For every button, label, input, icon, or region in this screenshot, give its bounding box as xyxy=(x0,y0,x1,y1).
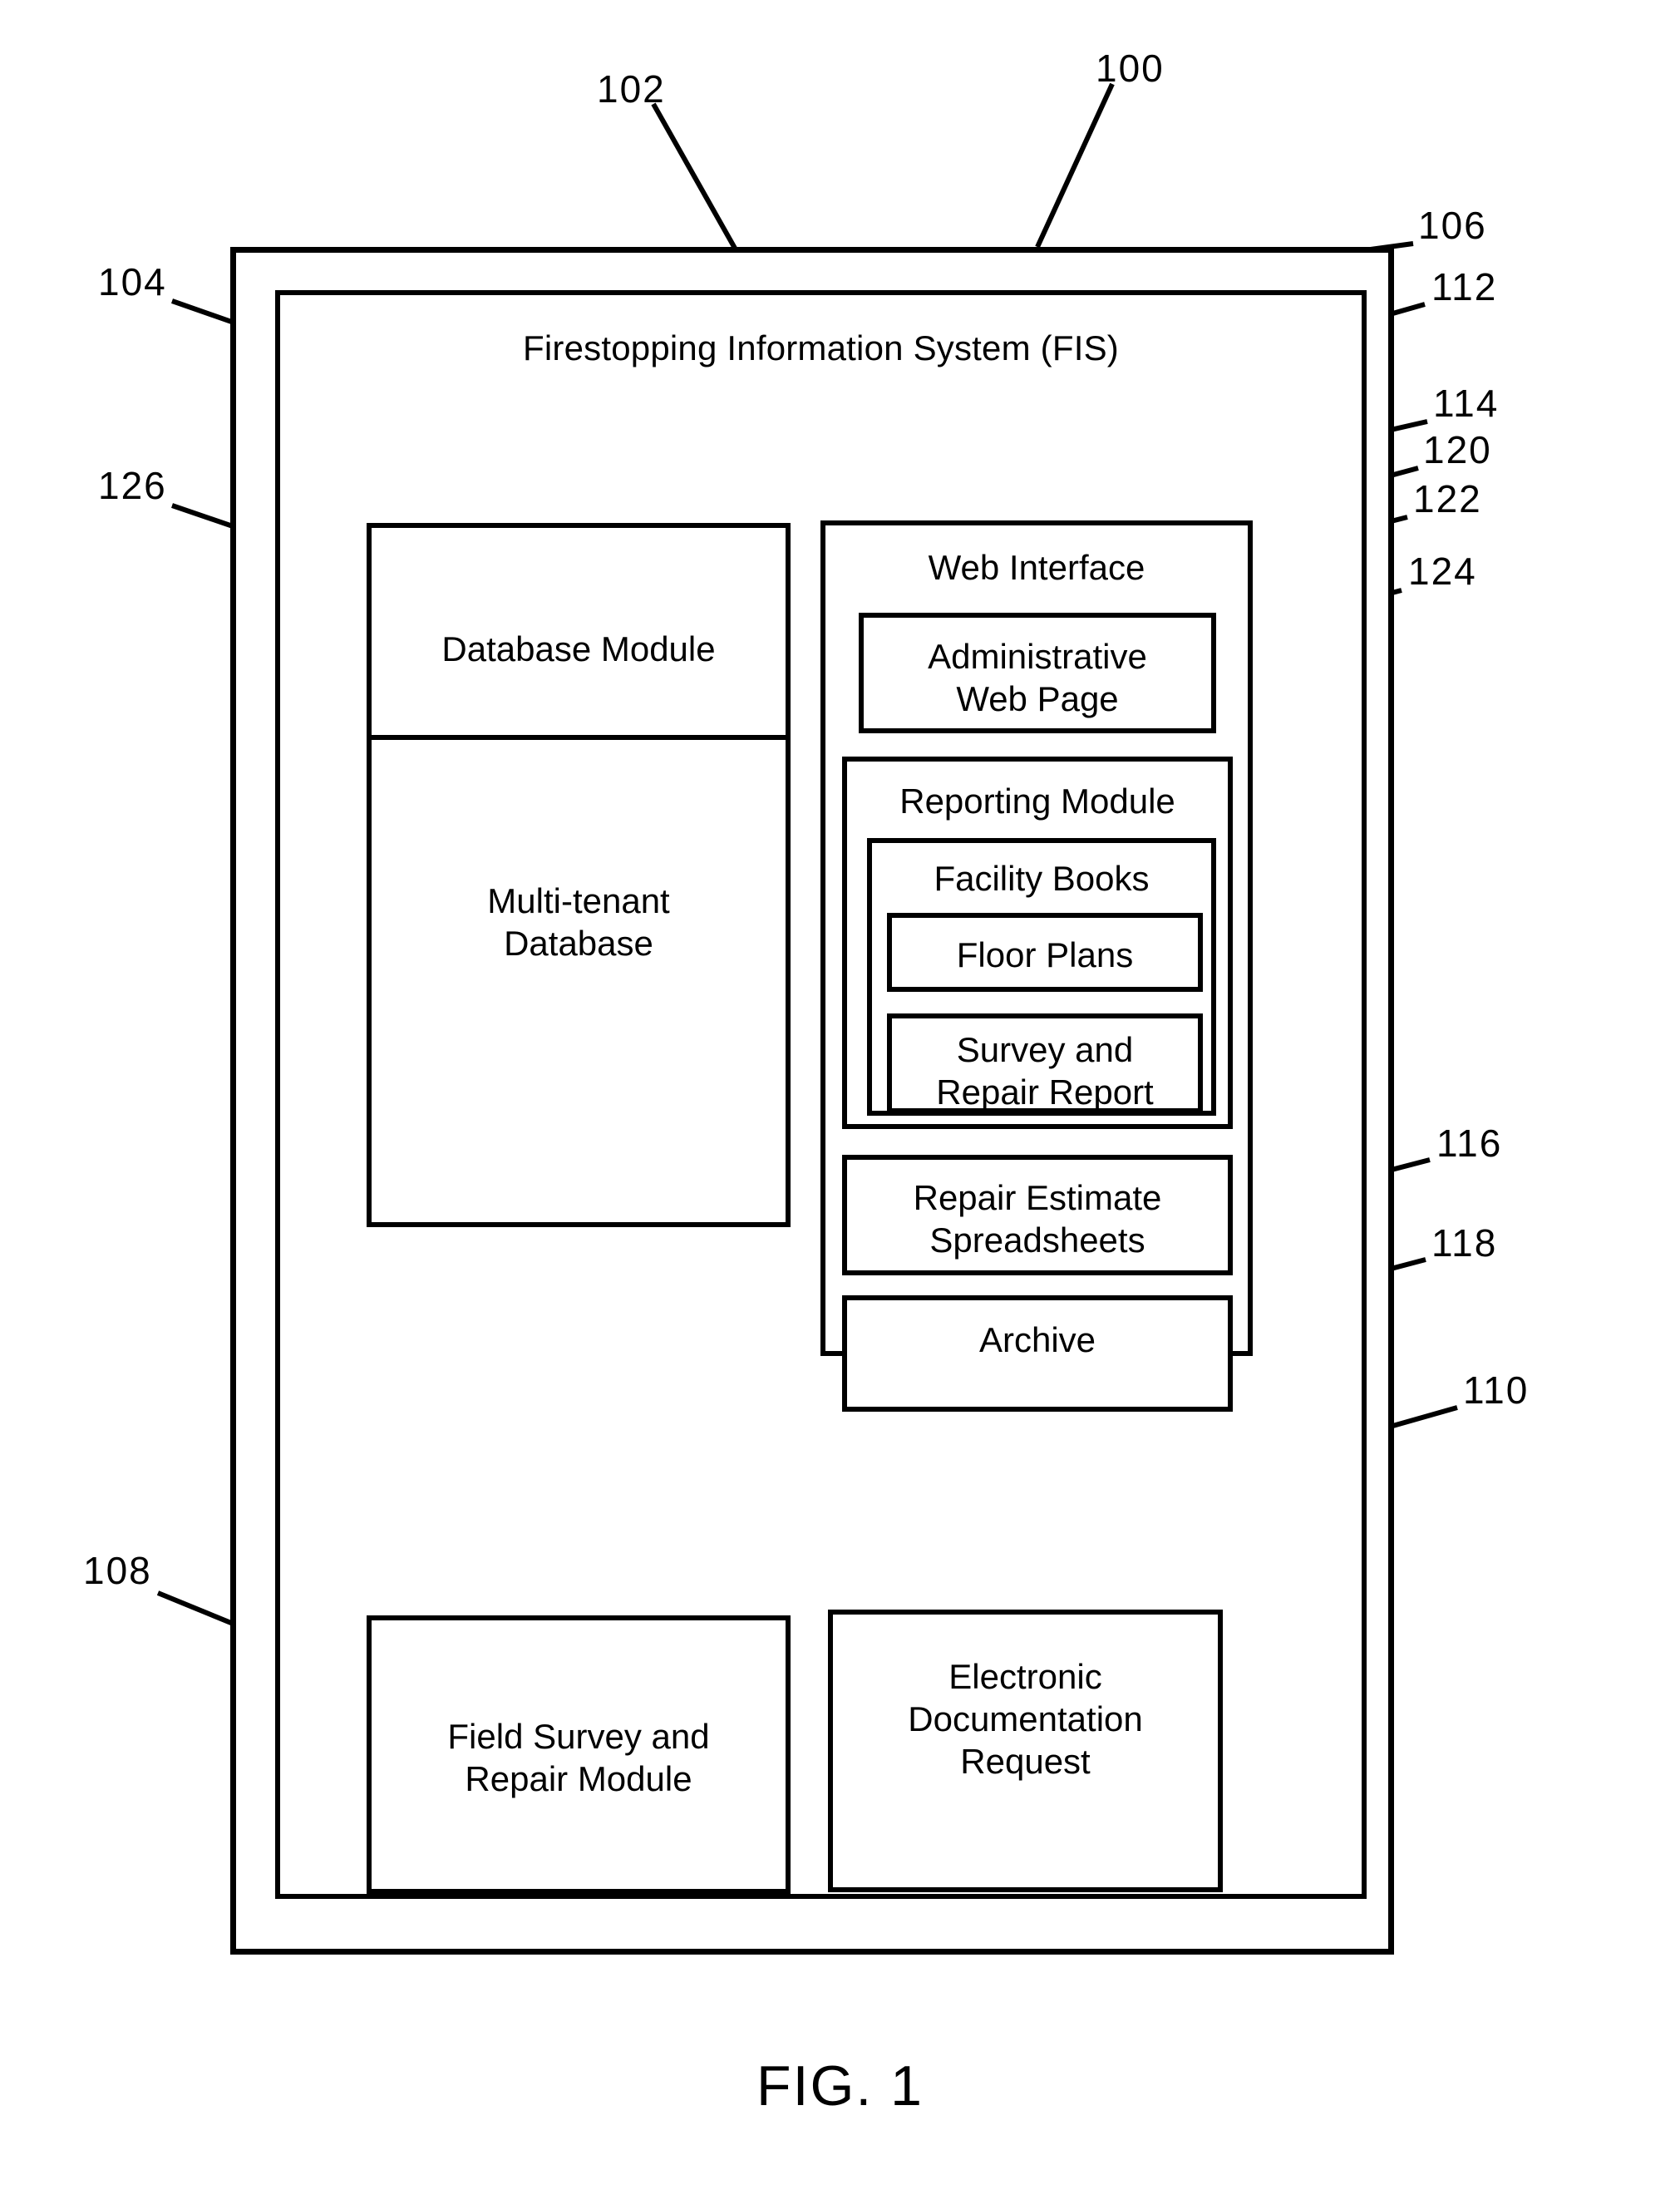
lead-line-100 xyxy=(1035,82,1115,249)
ref-numeral-112: 112 xyxy=(1431,265,1498,308)
survey-and-repair-report-label: Survey and Repair Report xyxy=(936,1030,1154,1112)
electronic-documentation-request-label: Electronic Documentation Request xyxy=(908,1657,1143,1782)
web-interface-box[interactable]: Web Interface Administrative Web Page Re… xyxy=(820,520,1253,1412)
reporting-module-label: Reporting Module xyxy=(899,782,1175,821)
database-module-label: Database Module xyxy=(441,629,716,668)
ref-numeral-110: 110 xyxy=(1463,1368,1530,1412)
survey-and-repair-report-box[interactable]: Survey and Repair Report xyxy=(887,1013,1203,1113)
ref-numeral-104: 104 xyxy=(98,260,167,303)
ref-numeral-122: 122 xyxy=(1413,477,1482,520)
ref-numeral-102: 102 xyxy=(597,67,666,111)
administrative-web-page-label: Administrative Web Page xyxy=(928,637,1147,719)
ref-numeral-118: 118 xyxy=(1431,1221,1498,1265)
archive-box[interactable]: Archive xyxy=(842,1295,1233,1412)
facility-books-box[interactable]: Facility Books Floor Plans Survey and Re… xyxy=(867,838,1216,1116)
ref-numeral-120: 120 xyxy=(1423,428,1492,471)
system-boundary-container: Firestopping Information System (FIS) Da… xyxy=(230,247,1394,1955)
ref-numeral-124: 124 xyxy=(1408,550,1477,593)
field-survey-repair-module-label: Field Survey and Repair Module xyxy=(447,1717,710,1799)
database-module-box[interactable]: Database Module xyxy=(367,523,791,770)
archive-label: Archive xyxy=(978,1320,1096,1359)
administrative-web-page-box[interactable]: Administrative Web Page xyxy=(859,613,1216,733)
ref-numeral-126: 126 xyxy=(98,464,167,507)
reporting-module-box[interactable]: Reporting Module Facility Books Floor Pl… xyxy=(842,757,1233,1129)
repair-estimate-spreadsheets-label: Repair Estimate Spreadsheets xyxy=(913,1178,1162,1260)
multi-tenant-database-box[interactable]: Multi-tenant Database xyxy=(367,735,791,1227)
fis-title: Firestopping Information System (FIS) xyxy=(523,328,1119,367)
ref-numeral-100: 100 xyxy=(1096,47,1165,90)
multi-tenant-database-label: Multi-tenant Database xyxy=(487,881,670,964)
ref-numeral-116: 116 xyxy=(1436,1122,1503,1165)
patent-figure: 100 102 104 126 108 106 112 114 120 122 … xyxy=(0,0,1680,2209)
fis-container: Firestopping Information System (FIS) Da… xyxy=(275,290,1367,1899)
floor-plans-label: Floor Plans xyxy=(956,935,1134,974)
floor-plans-box[interactable]: Floor Plans xyxy=(887,913,1203,992)
repair-estimate-spreadsheets-box[interactable]: Repair Estimate Spreadsheets xyxy=(842,1155,1233,1275)
ref-numeral-106: 106 xyxy=(1418,204,1487,247)
figure-caption: FIG. 1 xyxy=(756,2054,924,2118)
field-survey-repair-module-box[interactable]: Field Survey and Repair Module xyxy=(367,1615,791,1894)
electronic-documentation-request-box[interactable]: Electronic Documentation Request xyxy=(828,1610,1223,1892)
ref-numeral-114: 114 xyxy=(1433,382,1500,425)
web-interface-label: Web Interface xyxy=(928,548,1145,587)
ref-numeral-108: 108 xyxy=(83,1549,152,1592)
facility-books-label: Facility Books xyxy=(934,859,1150,898)
